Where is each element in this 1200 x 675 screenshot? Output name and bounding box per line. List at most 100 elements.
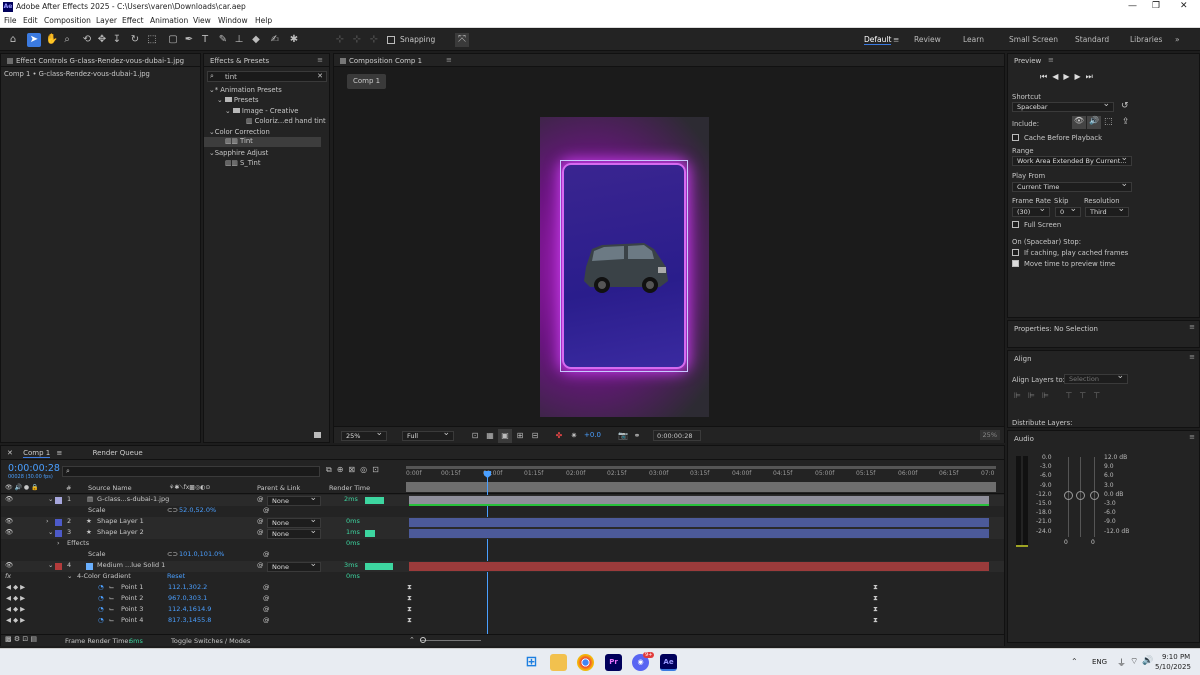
exposure-icon[interactable]: ✷ <box>567 429 581 443</box>
puppet-pin-icon[interactable]: ✱ <box>287 33 301 47</box>
layer-row-2[interactable]: 👁 › 2 ★ Shape Layer 1 @ None 0ms <box>1 516 1004 528</box>
close-tab-icon[interactable]: ✕ <box>7 449 13 457</box>
fader-left-knob[interactable] <box>1064 491 1073 500</box>
playback-controls[interactable]: ⏮◀▶▶⏭ <box>1040 72 1098 82</box>
label-color-swatch[interactable] <box>55 519 62 526</box>
panel-menu-icon[interactable]: ≡ <box>1048 56 1054 64</box>
minimize-icon[interactable]: — <box>1128 1 1137 11</box>
snapping-checkbox[interactable] <box>387 36 395 44</box>
cache-before-playback[interactable]: Cache Before Playback <box>1012 134 1102 142</box>
menu-view[interactable]: View <box>193 16 211 25</box>
include-video-icon[interactable]: 👁 <box>1072 116 1086 129</box>
align-buttons[interactable]: ⊫⊫⊫ ⊤⊤⊤ <box>1014 391 1107 400</box>
selection-tool-icon[interactable]: ➤ <box>27 33 41 47</box>
layer-row-3[interactable]: 👁 ⌄ 3 ★ Shape Layer 2 @ None 1ms <box>1 527 1004 539</box>
current-time-display[interactable]: 0:00:00:28 <box>653 430 701 441</box>
zoom-select[interactable]: 25% <box>341 429 387 441</box>
workspace-libraries[interactable]: Libraries <box>1130 35 1162 44</box>
pen-tool-icon[interactable]: ✒ <box>182 33 196 47</box>
clock-date[interactable]: 5/10/2025 <box>1155 663 1191 671</box>
parent-select[interactable]: None <box>267 527 321 539</box>
effects-search-input[interactable]: ⌕ tint ✕ <box>207 71 327 82</box>
chrome-icon[interactable] <box>577 654 594 671</box>
fader-center-knob[interactable] <box>1076 491 1085 500</box>
properties-tab[interactable]: Properties: No Selection ≡ <box>1008 321 1199 334</box>
menu-edit[interactable]: Edit <box>23 16 38 25</box>
panel-menu-icon[interactable]: ≡ <box>56 449 62 457</box>
parent-select[interactable]: None <box>267 560 321 572</box>
after-effects-icon[interactable]: Ae <box>660 654 677 671</box>
layer-bar[interactable] <box>409 529 989 538</box>
effects-group-row[interactable]: › Effects 0ms <box>1 539 1004 550</box>
resolution-select[interactable]: Full <box>402 429 454 441</box>
skip-select[interactable]: 0 <box>1055 205 1081 217</box>
rotate-tool-icon[interactable]: ↻ <box>128 33 142 47</box>
include-overlays-icon[interactable]: ⬚ <box>1104 117 1113 127</box>
panel-menu-icon[interactable]: ≡ <box>1189 353 1195 361</box>
menu-layer[interactable]: Layer <box>96 16 117 25</box>
reset-link[interactable]: Reset <box>167 572 185 580</box>
prop-value[interactable]: 112.1,302.2 <box>168 583 207 591</box>
snap-options-icon[interactable]: ⤧ <box>455 33 469 47</box>
footer-icons[interactable]: ▩ ⚙ ⊡ ▤ <box>5 635 37 643</box>
reset-icon[interactable]: ↺ <box>1121 101 1129 111</box>
premiere-pro-icon[interactable]: Pr <box>605 654 622 671</box>
panel-menu-icon[interactable]: ≡ <box>446 56 452 64</box>
tree-color-correction[interactable]: ⌄Color Correction <box>209 128 270 136</box>
play-from-select[interactable]: Current Time <box>1012 180 1132 192</box>
prop-value[interactable]: 101.0,101.0% <box>179 550 224 558</box>
fit-icon[interactable]: ⊡ <box>468 429 482 443</box>
move-time-checkbox[interactable]: Move time to preview time <box>1012 260 1115 268</box>
comp-canvas[interactable] <box>540 117 709 417</box>
col-source-name[interactable]: Source Name <box>88 484 132 492</box>
home-icon[interactable]: ⌂ <box>6 33 20 47</box>
effect-controls-tab[interactable]: Effect Controls G-class-Rendez-vous-duba… <box>1 54 200 67</box>
if-caching-checkbox[interactable]: If caching, play cached frames <box>1012 249 1128 257</box>
new-bin-icon[interactable] <box>314 432 321 438</box>
workspace-default[interactable]: Default <box>864 35 892 45</box>
prop-value[interactable]: 112.4,1614.9 <box>168 605 211 613</box>
pan-camera-icon[interactable]: ✥ <box>95 33 109 47</box>
workspace-review[interactable]: Review <box>914 35 941 44</box>
expand-chevron-icon[interactable]: ⌄ <box>48 528 53 536</box>
close-window-icon[interactable]: ✕ <box>1180 1 1188 11</box>
label-color-swatch[interactable] <box>55 497 62 504</box>
fader-right-knob[interactable] <box>1090 491 1099 500</box>
zoom-slider-track[interactable] <box>421 640 481 641</box>
tree-colorize-preset[interactable]: ▥ Coloriz...ed hand tint <box>246 117 326 125</box>
view-axis-icon[interactable]: ⊹ <box>367 33 381 47</box>
transparency-grid-icon[interactable]: ▦ <box>483 429 497 443</box>
dolly-camera-icon[interactable]: ↧ <box>110 33 124 47</box>
channel-icon[interactable]: ✤ <box>552 429 566 443</box>
exposure-value[interactable]: +0.0 <box>584 431 601 439</box>
toggle-switches-modes[interactable]: Toggle Switches / Modes <box>171 637 250 645</box>
hand-tool-icon[interactable]: ✋ <box>45 33 59 47</box>
tree-s-tint-effect[interactable]: ▥▥ S_Tint <box>225 159 261 167</box>
tree-animation-presets[interactable]: ⌄* Animation Presets <box>209 86 282 94</box>
effects-presets-tab[interactable]: Effects & Presets ≡ <box>204 54 329 67</box>
zoom-slider-knob[interactable] <box>420 637 426 643</box>
menu-help[interactable]: Help <box>255 16 272 25</box>
layer-name[interactable]: Shape Layer 2 <box>97 528 144 536</box>
work-area-bar[interactable] <box>406 466 996 469</box>
workspace-menu-icon[interactable]: ≡ <box>893 35 899 44</box>
menu-composition[interactable]: Composition <box>44 16 91 25</box>
grid-guides-icon[interactable]: ⊞ <box>513 429 527 443</box>
snapshot-icon[interactable]: 📷 <box>616 429 630 443</box>
tree-presets-folder[interactable]: ⌄ Presets <box>217 96 259 104</box>
show-snapshot-icon[interactable]: ⚭ <box>630 429 644 443</box>
zoom-tool-icon[interactable]: ⌕ <box>60 33 74 47</box>
panel-menu-icon[interactable]: ≡ <box>1189 433 1195 441</box>
align-tab[interactable]: Align ≡ <box>1008 351 1199 364</box>
layer-name[interactable]: Medium ...lue Solid 1 <box>97 561 165 569</box>
tab-render-queue[interactable]: Render Queue <box>93 449 143 457</box>
menu-animation[interactable]: Animation <box>150 16 188 25</box>
layer-name[interactable]: G-class...s-dubai-1.jpg <box>97 495 169 503</box>
clear-search-icon[interactable]: ✕ <box>317 72 323 80</box>
clock-time[interactable]: 9:10 PM <box>1162 653 1190 661</box>
label-color-swatch[interactable] <box>55 530 62 537</box>
layer-bar[interactable] <box>409 518 989 527</box>
label-color-swatch[interactable] <box>55 563 62 570</box>
pan-behind-icon[interactable]: ⬚ <box>145 33 159 47</box>
prop-value[interactable]: 817.3,1455.8 <box>168 616 211 624</box>
